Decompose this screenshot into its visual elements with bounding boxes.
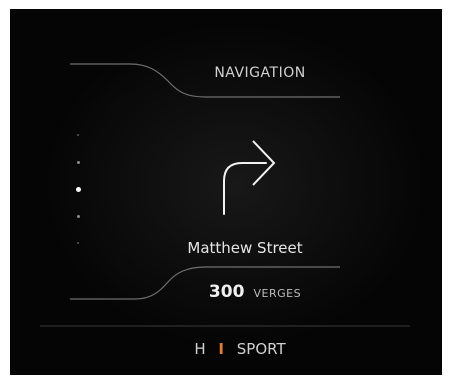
mode-separator: I <box>218 340 224 358</box>
distance-value: 300 <box>208 282 245 302</box>
distance-unit: VERGES <box>253 287 302 300</box>
page-dot[interactable] <box>76 214 80 218</box>
display-bezel: NAVIGATION Matthew Street 300 VERGES H I… <box>0 0 451 384</box>
drive-mode-indicator[interactable]: H I SPORT <box>140 340 340 358</box>
nav-screen: NAVIGATION Matthew Street 300 VERGES H I… <box>10 9 442 375</box>
street-name: Matthew Street <box>187 239 303 257</box>
page-indicator[interactable] <box>72 129 84 244</box>
turn-right-arrow-icon <box>223 140 276 215</box>
page-dot[interactable] <box>77 134 79 136</box>
page-dot[interactable] <box>76 160 80 164</box>
page-dot[interactable] <box>77 242 79 244</box>
gear-letter: H <box>194 340 206 358</box>
screen-title: NAVIGATION <box>214 65 306 81</box>
drive-mode-label: SPORT <box>236 340 286 358</box>
distance-readout: 300 VERGES <box>170 282 340 302</box>
page-dot-active[interactable] <box>75 186 81 192</box>
